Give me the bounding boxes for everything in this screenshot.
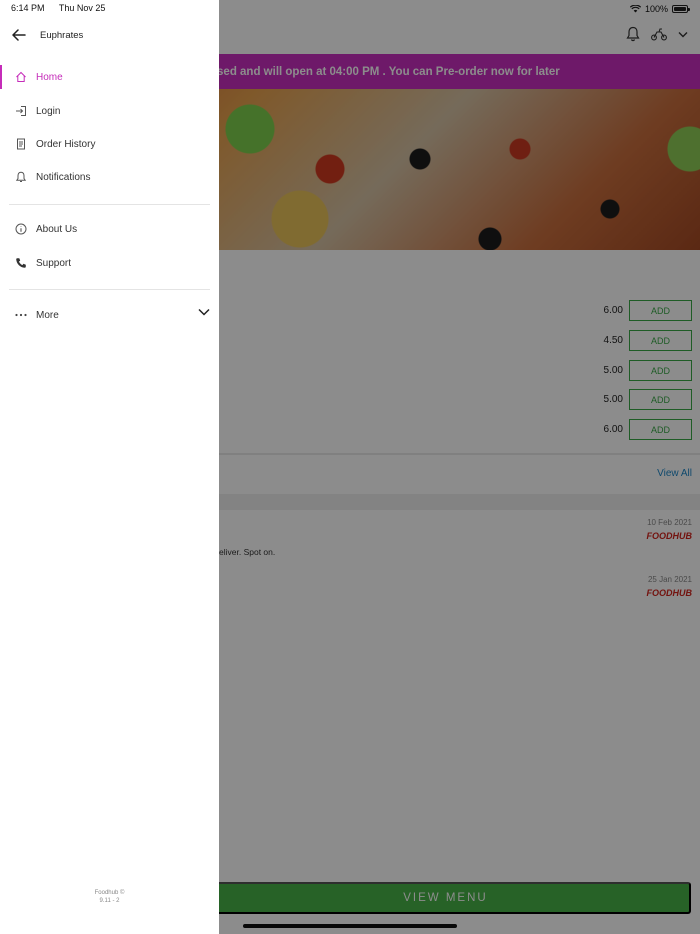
nav-label: Home [36, 71, 63, 83]
nav-more[interactable]: More [0, 303, 219, 327]
side-drawer: 6:14 PM Thu Nov 25 Euphrates Home Login … [0, 0, 219, 934]
nav-label: More [36, 309, 59, 321]
receipt-icon [14, 137, 28, 151]
drawer-divider [9, 204, 210, 205]
nav-order-history[interactable]: Order History [0, 132, 219, 156]
chevron-down-icon[interactable] [198, 308, 210, 316]
nav-about-us[interactable]: About Us [0, 217, 219, 241]
nav-login[interactable]: Login [0, 99, 219, 123]
active-indicator [0, 65, 2, 89]
home-icon [14, 70, 28, 84]
footer-brand: Foodhub © [94, 890, 125, 896]
back-arrow-icon[interactable] [12, 29, 26, 41]
status-date: Thu Nov 25 [58, 3, 106, 13]
nav-label: Notifications [36, 171, 91, 183]
nav-label: Order History [36, 138, 96, 150]
drawer-header: Euphrates [12, 29, 83, 41]
login-icon [14, 104, 28, 118]
status-time: 6:14 PM [11, 3, 45, 13]
nav-home[interactable]: Home [0, 65, 219, 89]
more-dots-icon [14, 308, 28, 322]
app-version: 9.11 - 2 [99, 898, 120, 904]
drawer-divider [9, 289, 210, 290]
info-icon [14, 222, 28, 236]
nav-label: Login [36, 105, 61, 117]
nav-notifications[interactable]: Notifications [0, 165, 219, 189]
status-bar-left: 6:14 PM Thu Nov 25 [11, 3, 117, 13]
bell-icon [14, 170, 28, 184]
nav-label: Support [36, 257, 72, 269]
nav-label: About Us [36, 223, 78, 235]
restaurant-name: Euphrates [40, 29, 84, 41]
nav-support[interactable]: Support [0, 251, 219, 275]
phone-icon [14, 256, 28, 270]
